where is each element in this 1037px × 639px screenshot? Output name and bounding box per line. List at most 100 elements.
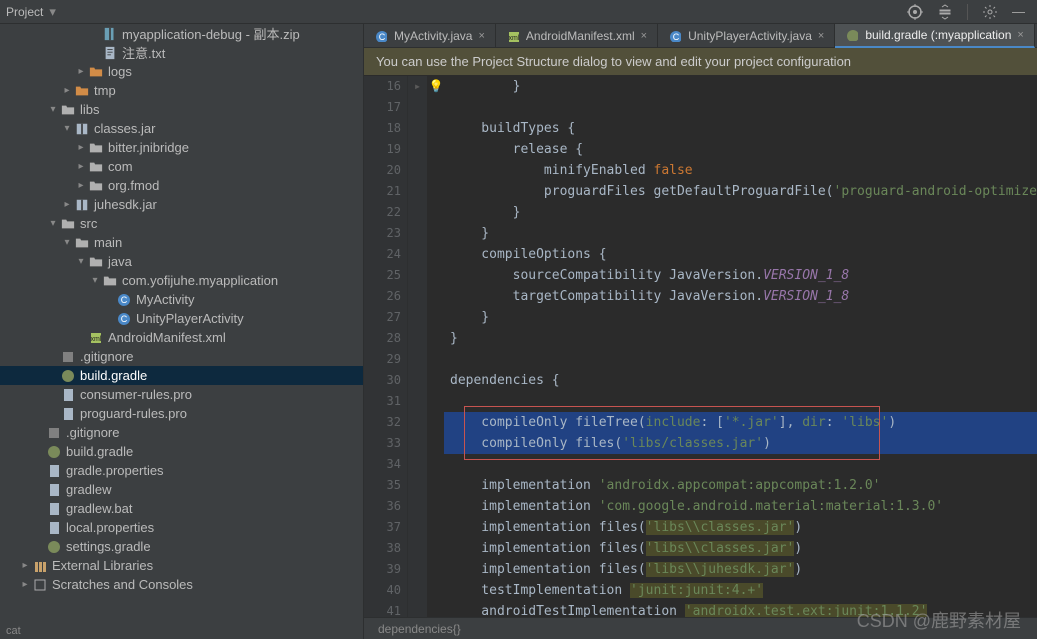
line-number[interactable]: 29 bbox=[370, 349, 401, 370]
code-line[interactable]: compileOnly files('libs/classes.jar') bbox=[444, 433, 1037, 454]
tree-row[interactable]: local.properties bbox=[0, 518, 363, 537]
expand-arrow[interactable]: ▾ bbox=[60, 237, 74, 248]
tree-row[interactable]: ▾libs bbox=[0, 100, 363, 119]
code-line[interactable]: implementation files('libs\\classes.jar'… bbox=[444, 517, 1037, 538]
line-number[interactable]: 16 bbox=[370, 76, 401, 97]
close-icon[interactable]: × bbox=[1017, 29, 1023, 41]
expand-arrow[interactable]: ▸ bbox=[60, 85, 74, 96]
tree-row[interactable]: ▸logs bbox=[0, 62, 363, 81]
tree-row[interactable]: ▸com bbox=[0, 157, 363, 176]
code-line[interactable]: implementation 'androidx.appcompat:appco… bbox=[444, 475, 1037, 496]
line-number[interactable]: 17 bbox=[370, 97, 401, 118]
tree-row[interactable]: .gitignore bbox=[0, 347, 363, 366]
code-line[interactable] bbox=[444, 97, 1037, 118]
tree-row[interactable]: build.gradle bbox=[0, 442, 363, 461]
tree-row[interactable]: build.gradle bbox=[0, 366, 363, 385]
code-line[interactable]: buildTypes { bbox=[444, 118, 1037, 139]
tree-row[interactable]: gradle.properties bbox=[0, 461, 363, 480]
expand-arrow[interactable]: ▾ bbox=[46, 104, 60, 115]
expand-arrow[interactable]: ▾ bbox=[88, 275, 102, 286]
line-gutter[interactable]: 1617181920212223242526272829303132333435… bbox=[364, 76, 408, 617]
expand-arrow[interactable]: ▸ bbox=[74, 161, 88, 172]
tree-row[interactable]: ▾com.yofijuhe.myapplication bbox=[0, 271, 363, 290]
expand-arrow[interactable]: ▸ bbox=[74, 66, 88, 77]
code-line[interactable]: } bbox=[444, 307, 1037, 328]
editor-tab[interactable]: CMyActivity.java× bbox=[364, 24, 496, 48]
tree-row[interactable]: ▸bitter.jnibridge bbox=[0, 138, 363, 157]
line-number[interactable]: 30 bbox=[370, 370, 401, 391]
line-number[interactable]: 32 bbox=[370, 412, 401, 433]
tree-row[interactable]: myapplication-debug - 副本.zip bbox=[0, 24, 363, 43]
target-icon[interactable] bbox=[907, 4, 923, 20]
expand-arrow[interactable]: ▾ bbox=[74, 256, 88, 267]
tree-row[interactable]: gradlew bbox=[0, 480, 363, 499]
tree-row[interactable]: ▾src bbox=[0, 214, 363, 233]
code-line[interactable] bbox=[444, 349, 1037, 370]
fold-column[interactable]: ▸ bbox=[408, 76, 428, 617]
tree-row[interactable]: gradlew.bat bbox=[0, 499, 363, 518]
line-number[interactable]: 37 bbox=[370, 517, 401, 538]
line-number[interactable]: 40 bbox=[370, 580, 401, 601]
close-icon[interactable]: × bbox=[818, 30, 824, 42]
tree-row[interactable]: CMyActivity bbox=[0, 290, 363, 309]
line-number[interactable]: 24 bbox=[370, 244, 401, 265]
code-line[interactable]: implementation files('libs\\juhesdk.jar'… bbox=[444, 559, 1037, 580]
collapse-all-icon[interactable] bbox=[937, 4, 953, 20]
code-line[interactable]: } bbox=[444, 76, 1037, 97]
line-number[interactable]: 20 bbox=[370, 160, 401, 181]
line-number[interactable]: 22 bbox=[370, 202, 401, 223]
close-icon[interactable]: × bbox=[478, 30, 484, 42]
expand-arrow[interactable]: ▾ bbox=[46, 218, 60, 229]
editor-tab[interactable]: build.gradle (:myapplication× bbox=[835, 24, 1035, 48]
expand-arrow[interactable]: ▸ bbox=[74, 180, 88, 191]
line-number[interactable]: 28 bbox=[370, 328, 401, 349]
code-line[interactable]: proguardFiles getDefaultProguardFile('pr… bbox=[444, 181, 1037, 202]
code-line[interactable] bbox=[444, 391, 1037, 412]
code-line[interactable]: sourceCompatibility JavaVersion.VERSION_… bbox=[444, 265, 1037, 286]
code-line[interactable]: minifyEnabled false bbox=[444, 160, 1037, 181]
code-editor[interactable]: } buildTypes { release { minifyEnabled f… bbox=[444, 76, 1037, 617]
tree-row[interactable]: .gitignore bbox=[0, 423, 363, 442]
code-line[interactable]: implementation files('libs\\classes.jar'… bbox=[444, 538, 1037, 559]
line-number[interactable]: 38 bbox=[370, 538, 401, 559]
minimize-icon[interactable]: — bbox=[1012, 4, 1025, 19]
tree-row[interactable]: ▸Scratches and Consoles bbox=[0, 575, 363, 594]
code-line[interactable]: implementation 'com.google.android.mater… bbox=[444, 496, 1037, 517]
line-number[interactable]: 33 bbox=[370, 433, 401, 454]
tree-row[interactable]: ▾main bbox=[0, 233, 363, 252]
tree-row[interactable]: ▸tmp bbox=[0, 81, 363, 100]
project-tree[interactable]: myapplication-debug - 副本.zip注意.txt▸logs▸… bbox=[0, 24, 364, 639]
tree-row[interactable]: xmlAndroidManifest.xml bbox=[0, 328, 363, 347]
code-line[interactable]: compileOnly fileTree(include: ['*.jar'],… bbox=[444, 412, 1037, 433]
intention-bulb[interactable]: 💡 bbox=[428, 76, 444, 97]
code-line[interactable] bbox=[444, 454, 1037, 475]
settings-icon[interactable] bbox=[982, 4, 998, 20]
tree-row[interactable]: ▸juhesdk.jar bbox=[0, 195, 363, 214]
expand-arrow[interactable]: ▸ bbox=[60, 199, 74, 210]
code-line[interactable]: } bbox=[444, 223, 1037, 244]
line-number[interactable]: 34 bbox=[370, 454, 401, 475]
line-number[interactable]: 26 bbox=[370, 286, 401, 307]
tree-row[interactable]: consumer-rules.pro bbox=[0, 385, 363, 404]
code-line[interactable]: dependencies { bbox=[444, 370, 1037, 391]
code-line[interactable]: } bbox=[444, 202, 1037, 223]
tree-row[interactable]: 注意.txt bbox=[0, 43, 363, 62]
code-line[interactable]: release { bbox=[444, 139, 1037, 160]
line-number[interactable]: 18 bbox=[370, 118, 401, 139]
code-line[interactable]: } bbox=[444, 328, 1037, 349]
code-line[interactable]: targetCompatibility JavaVersion.VERSION_… bbox=[444, 286, 1037, 307]
expand-arrow[interactable]: ▸ bbox=[18, 560, 32, 571]
editor-tab[interactable]: xmlAndroidManifest.xml× bbox=[496, 24, 658, 48]
line-number[interactable]: 27 bbox=[370, 307, 401, 328]
line-number[interactable]: 19 bbox=[370, 139, 401, 160]
line-number[interactable]: 36 bbox=[370, 496, 401, 517]
editor-tab[interactable]: CUnityPlayerActivity.java× bbox=[658, 24, 835, 48]
line-number[interactable]: 39 bbox=[370, 559, 401, 580]
code-line[interactable]: compileOptions { bbox=[444, 244, 1037, 265]
tree-row[interactable]: ▸org.fmod bbox=[0, 176, 363, 195]
line-number[interactable]: 35 bbox=[370, 475, 401, 496]
dropdown-indicator[interactable]: ▾ bbox=[49, 4, 56, 20]
tree-row[interactable]: CUnityPlayerActivity bbox=[0, 309, 363, 328]
expand-arrow[interactable]: ▸ bbox=[74, 142, 88, 153]
line-number[interactable]: 23 bbox=[370, 223, 401, 244]
